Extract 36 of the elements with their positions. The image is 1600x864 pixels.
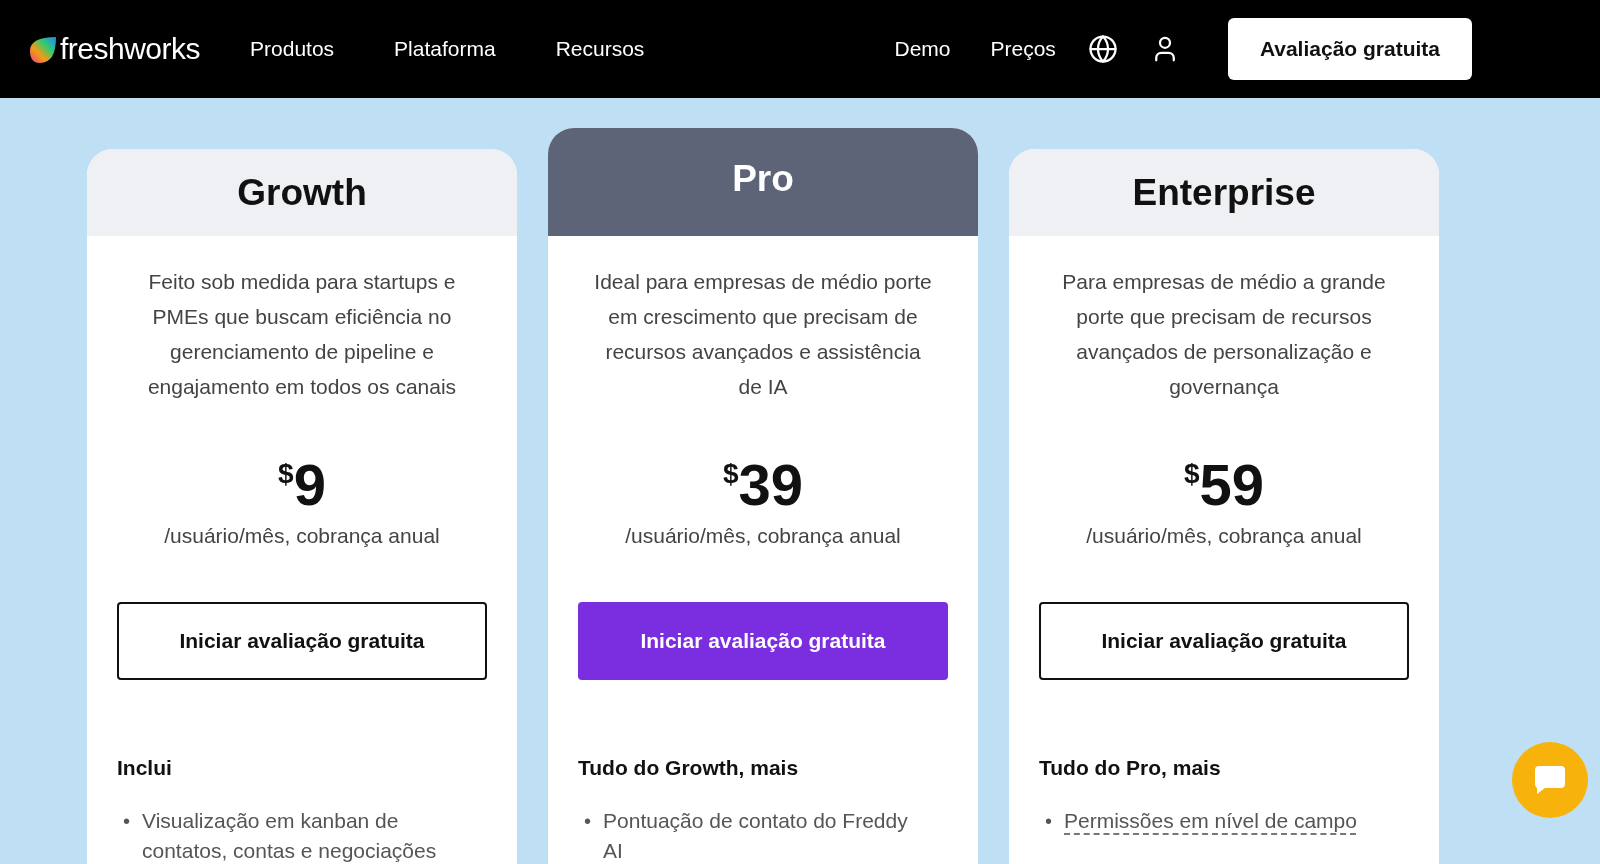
plan-price: 9	[293, 454, 326, 516]
currency-symbol: $	[1183, 458, 1200, 490]
chat-bubble-icon	[1533, 764, 1567, 796]
nav-link[interactable]: Plataforma	[394, 37, 496, 61]
free-trial-button[interactable]: Avaliação gratuita	[1227, 18, 1472, 80]
brand-name[interactable]: freshworks	[60, 32, 201, 66]
bullet: •	[583, 809, 591, 834]
nav-link[interactable]: Preços	[990, 37, 1056, 61]
billing-period: /usuário/mês, cobrança anual	[164, 524, 440, 548]
features-heading: Inclui	[117, 756, 173, 780]
feature-item: Permissões em nível de campo	[1064, 808, 1357, 834]
feature-item: Visualização em kanban de contatos, contas e negociações	[142, 808, 438, 864]
billing-period: /usuário/mês, cobrança anual	[625, 524, 901, 548]
currency-symbol: $	[278, 458, 294, 490]
start-trial-button[interactable]: Iniciar avaliação gratuita	[1039, 602, 1409, 680]
plan-name: Pro	[732, 158, 794, 200]
features-heading: Tudo do Pro, mais	[1039, 756, 1222, 780]
plan-name: Enterprise	[1132, 171, 1316, 214]
bullet: •	[122, 809, 130, 834]
plan-name: Growth	[237, 171, 367, 214]
start-trial-button[interactable]: Iniciar avaliação gratuita	[117, 602, 487, 680]
plan-price: 59	[1199, 454, 1265, 516]
billing-period: /usuário/mês, cobrança anual	[1086, 524, 1362, 548]
bullet: •	[1044, 809, 1052, 834]
features-heading: Tudo do Growth, mais	[578, 756, 800, 780]
nav-link[interactable]: Produtos	[250, 37, 335, 61]
nav-link[interactable]: Recursos	[555, 37, 645, 61]
currency-symbol: $	[722, 458, 739, 490]
globe-icon[interactable]	[1087, 34, 1118, 64]
plan-description: Feito sob medida para startups e PMEs que buscam eficiência no gerenciamento de pipeline e engajamento em todos os canais	[146, 269, 458, 400]
plan-description: Para empresas de médio a grande porte que precisam de recursos avançados de personalização e governança	[1061, 269, 1387, 400]
start-trial-button[interactable]: Iniciar avaliação gratuita	[578, 602, 948, 680]
plan-description: Ideal para empresas de médio porte em crescimento que precisam de recursos avançados e assistência de IA	[593, 269, 933, 400]
nav-link[interactable]: Demo	[894, 37, 951, 61]
plan-price: 39	[738, 454, 804, 516]
feature-item: Pontuação de contato do Freddy AI	[603, 808, 909, 864]
